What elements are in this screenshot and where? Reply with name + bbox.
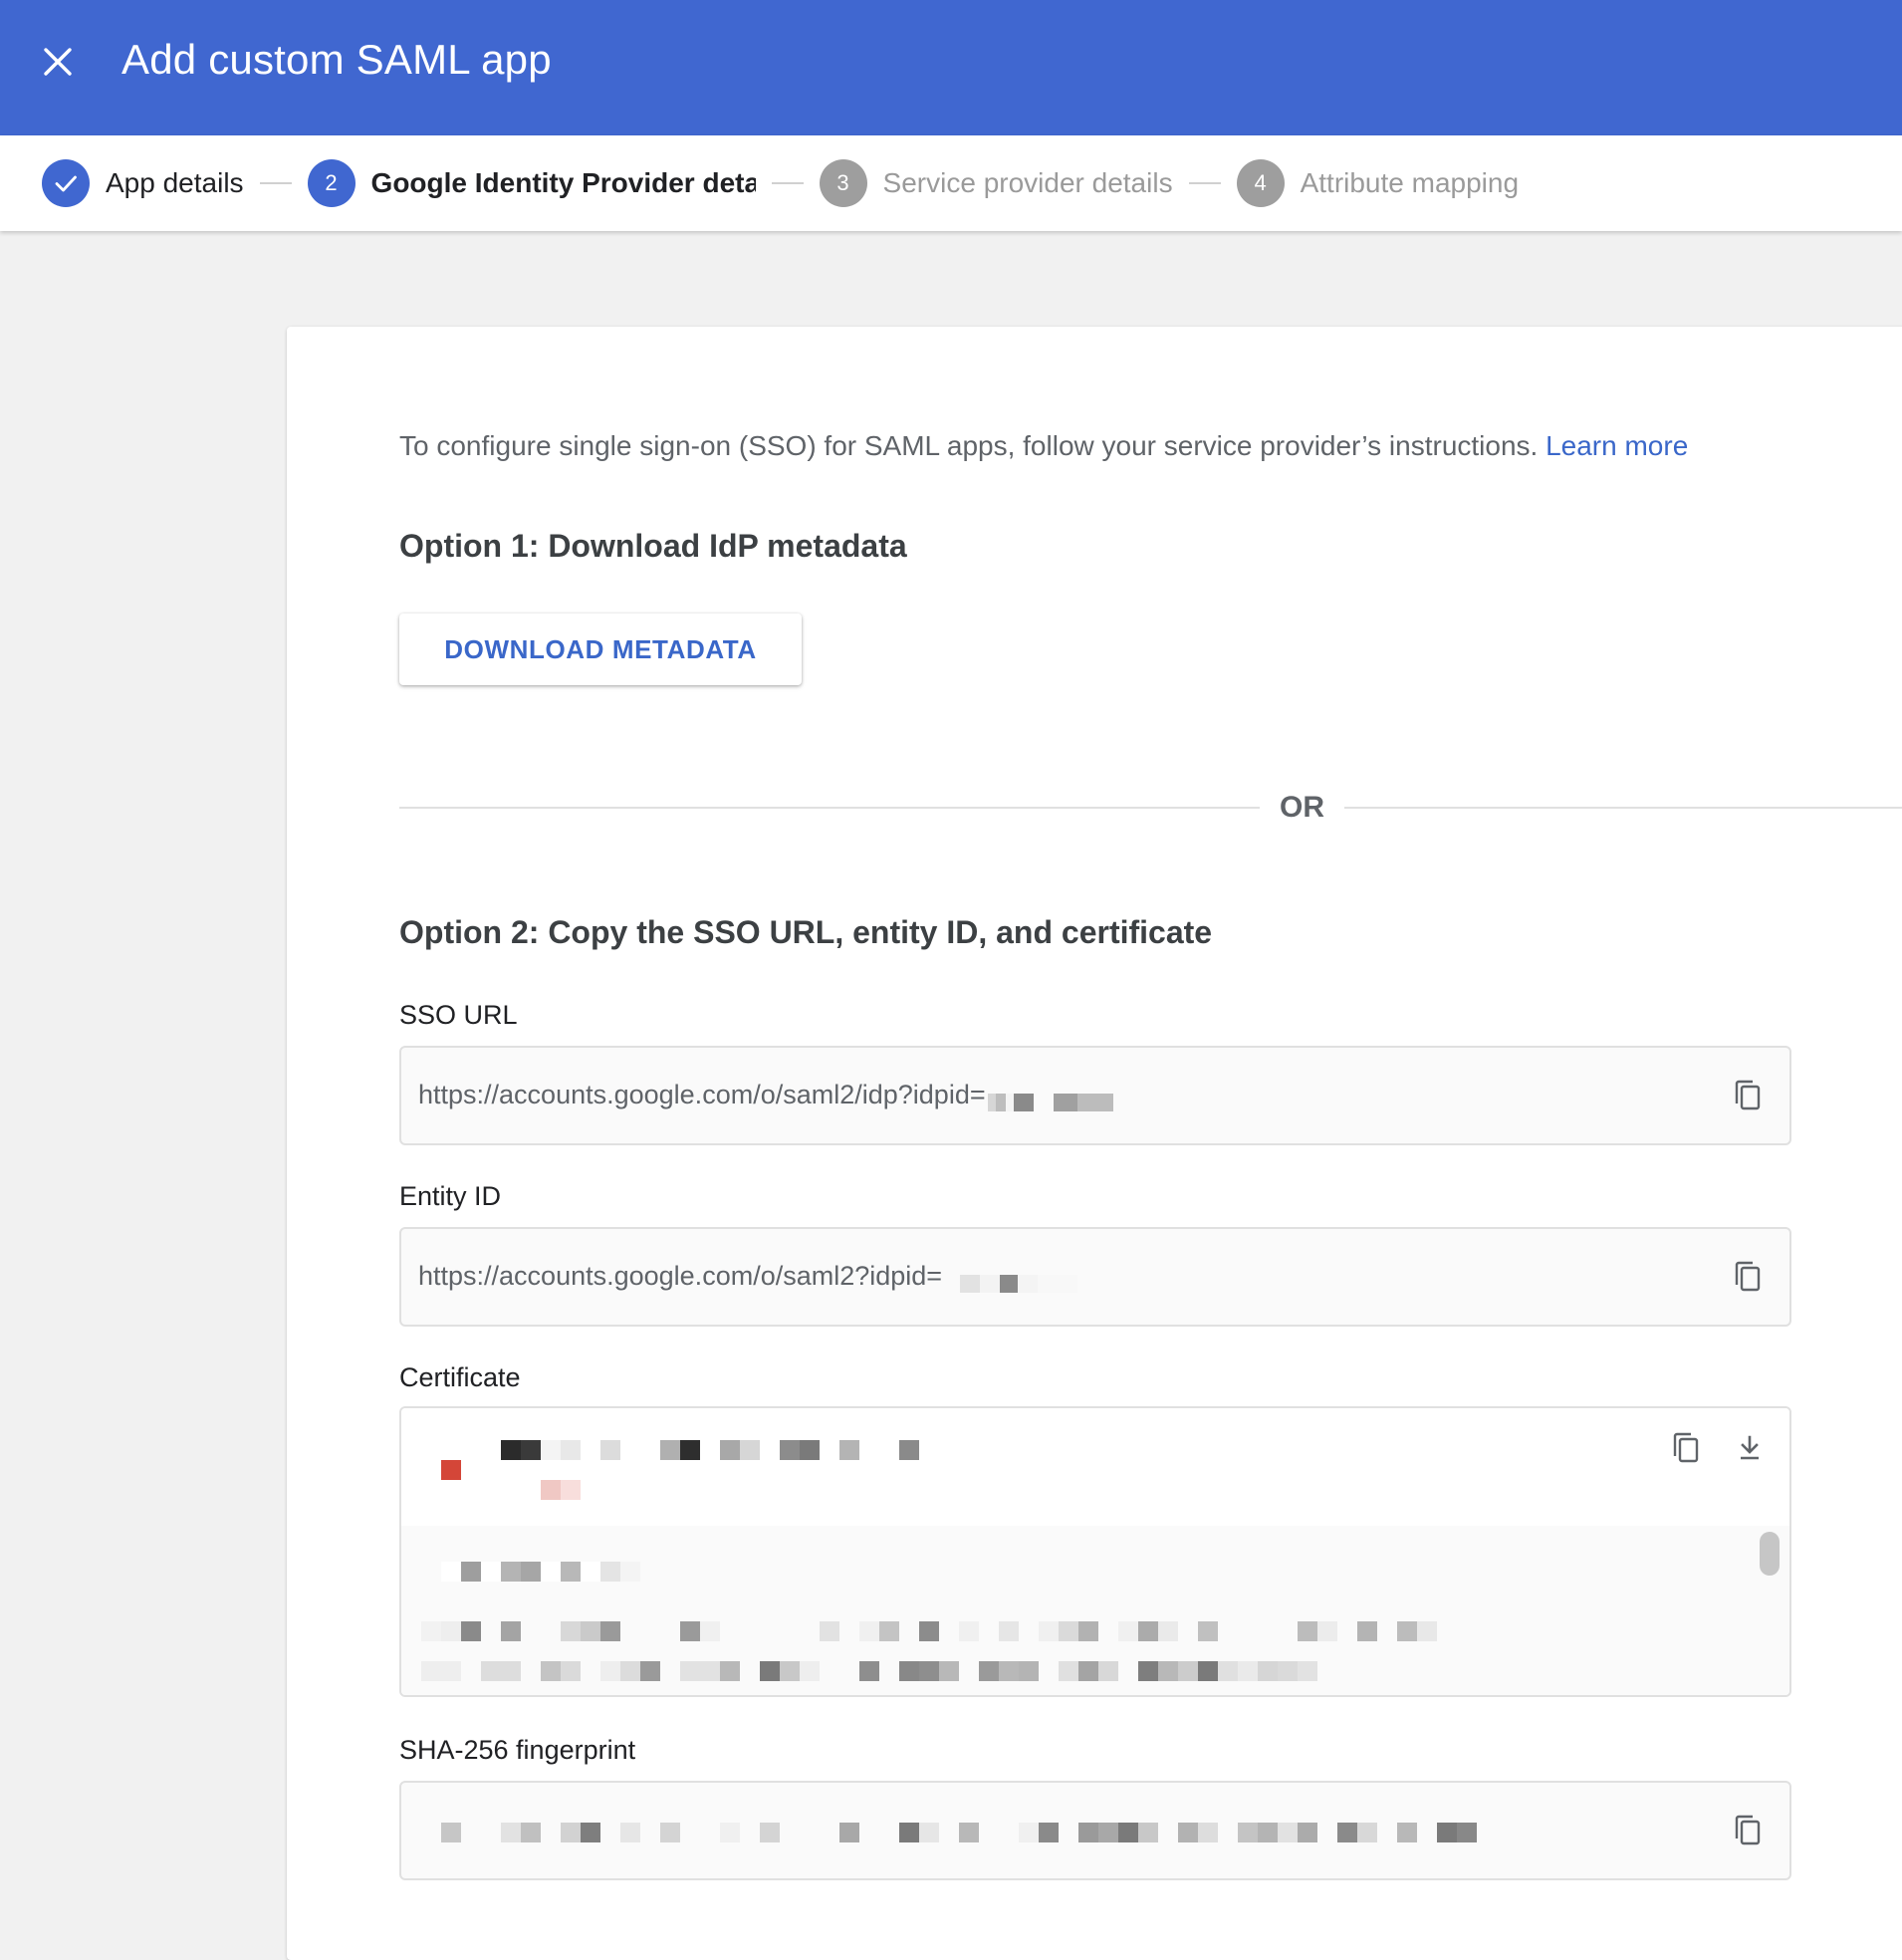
certificate-field[interactable] (399, 1406, 1791, 1697)
idp-details-card: To configure single sign-on (SSO) for SA… (287, 327, 1902, 1960)
fingerprint-field[interactable] (399, 1781, 1791, 1880)
redacted-id (987, 1088, 1113, 1111)
redacted-fingerprint (441, 1823, 1477, 1842)
step-separator (771, 182, 804, 184)
copy-certificate-button[interactable] (1666, 1428, 1706, 1468)
option-2-heading: Option 2: Copy the SSO URL, entity ID, a… (399, 914, 1213, 950)
entity-id-field[interactable]: https://accounts.google.com/o/saml2?idpi… (399, 1227, 1791, 1327)
redacted-cert-line (421, 1661, 1317, 1681)
entity-id-text: https://accounts.google.com/o/saml2?idpi… (418, 1261, 943, 1291)
step-google-idp-details[interactable]: 2 Google Identity Provider details (307, 135, 756, 231)
learn-more-link[interactable]: Learn more (1545, 430, 1688, 461)
copy-icon (1735, 1261, 1761, 1292)
certificate-label: Certificate (399, 1362, 521, 1392)
copy-icon (1735, 1080, 1761, 1110)
redacted-cert-line (421, 1621, 1437, 1641)
redacted-cert-header-sub (541, 1480, 581, 1500)
close-icon (44, 48, 72, 76)
copy-icon (1735, 1815, 1761, 1845)
step-1-indicator (42, 159, 90, 207)
entity-id-label: Entity ID (399, 1181, 502, 1211)
step-label: App details (106, 167, 244, 198)
app-bar: Add custom SAML app (0, 0, 1902, 135)
copy-entity-id-button[interactable] (1728, 1257, 1768, 1297)
step-app-details[interactable]: App details (42, 135, 244, 231)
download-metadata-button[interactable]: DOWNLOAD METADATA (399, 613, 802, 685)
download-icon (1741, 1435, 1759, 1460)
step-separator (1188, 182, 1221, 184)
fingerprint-label: SHA-256 fingerprint (399, 1735, 636, 1765)
certificate-body (401, 1526, 1789, 1695)
option-1-heading: Option 1: Download IdP metadata (399, 528, 907, 564)
step-separator (259, 182, 292, 184)
intro-text: To configure single sign-on (SSO) for SA… (399, 430, 1688, 462)
check-icon (55, 175, 77, 192)
step-label: Service provider details (882, 167, 1173, 198)
divider-line-left (399, 807, 1260, 809)
divider-line-right (1344, 807, 1902, 809)
or-divider: OR (399, 783, 1902, 833)
redacted-cert-header (501, 1440, 919, 1460)
copy-sso-url-button[interactable] (1728, 1076, 1768, 1115)
step-3-indicator: 3 (819, 159, 867, 207)
close-button[interactable] (36, 40, 80, 84)
scrollbar-thumb[interactable] (1760, 1532, 1780, 1576)
step-2-indicator: 2 (307, 159, 356, 207)
redacted-cert-header-mark (441, 1460, 461, 1480)
step-service-provider-details[interactable]: 3 Service provider details (819, 135, 1173, 231)
certificate-scrollbar[interactable] (1760, 1532, 1780, 1691)
copy-icon (1673, 1432, 1699, 1463)
step-label: Attribute mapping (1300, 167, 1520, 198)
intro-text-body: To configure single sign-on (SSO) for SA… (399, 430, 1539, 461)
step-label: Google Identity Provider details (370, 167, 756, 198)
step-4-indicator: 4 (1236, 159, 1285, 207)
certificate-header (401, 1408, 1789, 1526)
sso-url-field[interactable]: https://accounts.google.com/o/saml2/idp?… (399, 1046, 1791, 1145)
stepper: App details 2 Google Identity Provider d… (0, 135, 1902, 231)
sso-url-value[interactable]: https://accounts.google.com/o/saml2/idp?… (418, 1080, 1113, 1111)
or-label: OR (1280, 791, 1324, 824)
step-attribute-mapping[interactable]: 4 Attribute mapping (1236, 135, 1520, 231)
entity-id-value[interactable]: https://accounts.google.com/o/saml2?idpi… (418, 1261, 1078, 1293)
redacted-cert-line (441, 1562, 640, 1582)
download-certificate-button[interactable] (1730, 1428, 1770, 1468)
sso-url-label: SSO URL (399, 1000, 518, 1030)
page-title: Add custom SAML app (121, 36, 552, 83)
sso-url-text: https://accounts.google.com/o/saml2/idp?… (418, 1080, 986, 1109)
copy-fingerprint-button[interactable] (1728, 1811, 1768, 1850)
redacted-id (960, 1269, 1078, 1293)
